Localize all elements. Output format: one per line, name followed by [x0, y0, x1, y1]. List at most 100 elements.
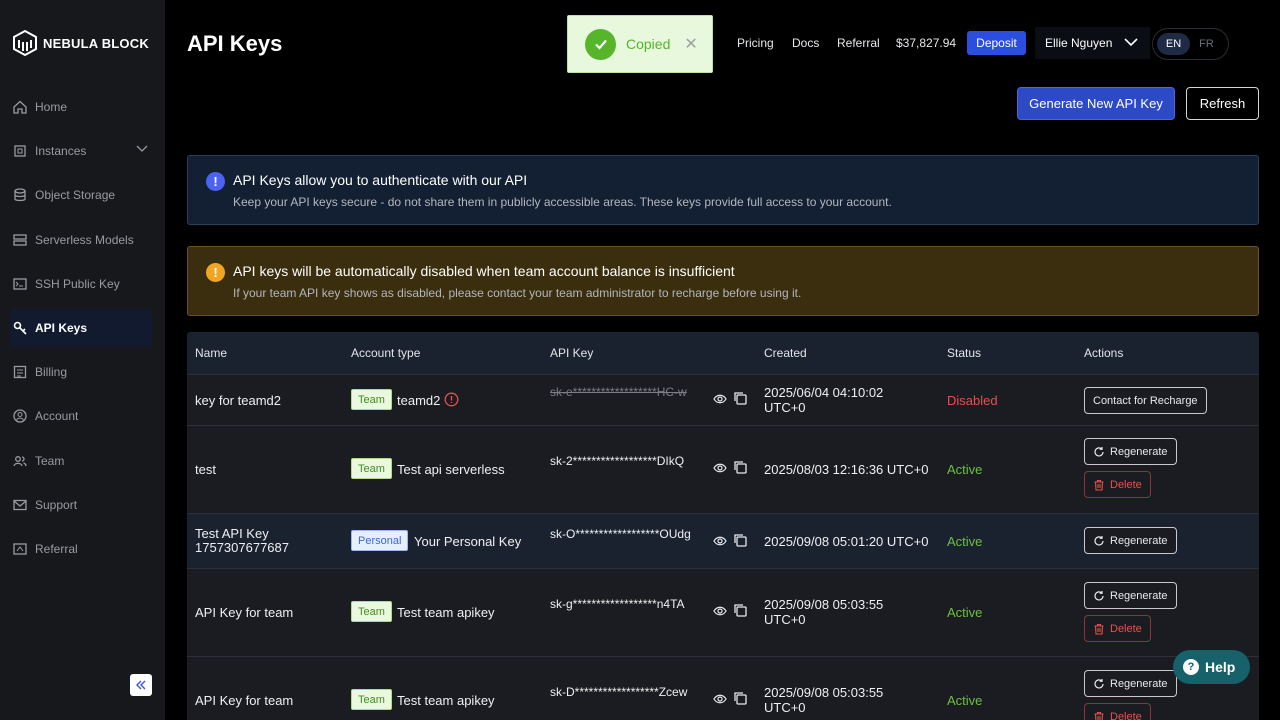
copy-icon[interactable] — [733, 460, 747, 474]
api-key-value: sk-2******************DIkQ — [550, 454, 685, 468]
column-header-account-type: Account type — [351, 346, 421, 360]
info-alert: ! API Keys allow you to authenticate wit… — [187, 155, 1259, 225]
sidebar-item-label: Support — [35, 498, 78, 512]
sidebar-item-account[interactable]: Account — [10, 397, 152, 435]
delete-button[interactable]: Delete — [1084, 471, 1151, 498]
sidebar-item-object-storage[interactable]: Object Storage — [10, 176, 152, 214]
sidebar-item-referral[interactable]: Referral — [10, 530, 152, 568]
terminal-icon — [13, 278, 27, 290]
eye-icon[interactable] — [713, 535, 727, 547]
double-chevron-left-icon — [136, 680, 146, 690]
regenerate-button[interactable]: Regenerate — [1084, 582, 1177, 609]
home-icon — [13, 100, 27, 114]
help-label: Help — [1205, 659, 1236, 675]
sidebar-item-support[interactable]: Support — [10, 486, 152, 524]
sidebar-item-ssh-public-key[interactable]: SSH Public Key — [10, 265, 152, 303]
sidebar: NEBULA BLOCK Home Instances Object Stora… — [0, 0, 165, 720]
cube-logo-icon — [13, 30, 37, 56]
alert-body: Keep your API keys secure - do not share… — [233, 195, 892, 209]
account-type-badge: Personal — [351, 530, 409, 551]
brand-logo[interactable]: NEBULA BLOCK — [13, 30, 149, 56]
toast-message: Copied — [626, 36, 671, 52]
user-menu[interactable]: Ellie Nguyen — [1035, 27, 1150, 59]
lang-option-fr[interactable]: FR — [1190, 33, 1223, 55]
help-button[interactable]: ? Help — [1173, 650, 1250, 684]
generate-api-key-button[interactable]: Generate New API Key — [1017, 87, 1175, 120]
collapse-sidebar-button[interactable] — [130, 674, 152, 696]
regenerate-button[interactable]: Regenerate — [1084, 527, 1177, 554]
copy-icon[interactable] — [733, 391, 747, 405]
language-switch: EN FR — [1152, 28, 1229, 60]
account-type-badge: Team — [351, 458, 392, 479]
account-name: Your Personal Key — [414, 534, 522, 549]
account-type-badge: Team — [351, 689, 392, 710]
refresh-icon — [1094, 446, 1104, 456]
nav-link-docs[interactable]: Docs — [792, 36, 819, 50]
sidebar-item-label: Home — [35, 100, 68, 114]
table-row: API Key for team Team Test team apikey s… — [187, 657, 1259, 720]
close-icon[interactable]: ✕ — [684, 34, 697, 54]
check-circle-icon — [585, 28, 616, 60]
lang-option-en[interactable]: EN — [1157, 33, 1190, 55]
delete-button[interactable]: Delete — [1084, 615, 1151, 642]
trash-icon — [1094, 479, 1104, 491]
account-type-badge: Team — [351, 389, 392, 410]
sidebar-item-instances[interactable]: Instances — [10, 132, 152, 170]
status-label: Active — [947, 534, 983, 549]
regenerate-button[interactable]: Regenerate — [1084, 670, 1177, 697]
button-label: Regenerate — [1110, 445, 1168, 458]
deposit-button[interactable]: Deposit — [967, 31, 1026, 55]
column-header-name: Name — [195, 346, 228, 360]
created-date: 2025/09/08 05:01:20 UTC+0 — [764, 534, 929, 549]
contact-for-recharge-button[interactable]: Contact for Recharge — [1084, 387, 1207, 414]
key-name: API Key for team — [195, 605, 294, 620]
sidebar-item-billing[interactable]: Billing — [10, 353, 152, 391]
column-header-api-key: API Key — [550, 346, 594, 360]
warning-circle-icon[interactable] — [444, 392, 459, 407]
eye-icon[interactable] — [713, 393, 727, 405]
key-icon — [13, 321, 27, 335]
button-label: Regenerate — [1110, 534, 1168, 547]
user-name: Ellie Nguyen — [1045, 36, 1113, 50]
eye-icon[interactable] — [713, 693, 727, 705]
key-name: API Key for team — [195, 693, 294, 708]
table-row: API Key for team Team Test team apikey s… — [187, 569, 1259, 657]
eye-icon[interactable] — [713, 462, 727, 474]
billing-icon — [13, 365, 27, 379]
chevron-down-icon — [136, 145, 148, 152]
eye-icon[interactable] — [713, 605, 727, 617]
table-row: Test API Key 1757307677687 Personal Your… — [187, 514, 1259, 569]
created-date: 2025/08/03 12:16:36 UTC+0 — [764, 462, 929, 477]
account-name: teamd2 — [397, 393, 441, 408]
alert-title: API keys will be automatically disabled … — [233, 263, 735, 279]
regenerate-button[interactable]: Regenerate — [1084, 438, 1177, 465]
trash-icon — [1094, 711, 1104, 720]
created-date: 2025/06/04 04:10:02 UTC+0 — [764, 385, 884, 415]
table-row: test Team Test api serverless sk-2******… — [187, 426, 1259, 514]
nav-link-referral[interactable]: Referral — [837, 36, 880, 50]
sidebar-item-team[interactable]: Team — [10, 442, 152, 480]
refresh-icon — [1094, 678, 1104, 688]
sidebar-item-label: Instances — [35, 144, 87, 158]
button-label: Regenerate — [1110, 677, 1168, 690]
sidebar-item-serverless-models[interactable]: Serverless Models — [10, 221, 152, 259]
copy-icon[interactable] — [733, 603, 747, 617]
sidebar-item-home[interactable]: Home — [10, 88, 152, 126]
button-label: Delete — [1110, 710, 1142, 720]
cpu-icon — [14, 145, 26, 157]
refresh-icon — [1094, 590, 1104, 600]
key-name: key for teamd2 — [195, 393, 281, 408]
account-name: Test team apikey — [397, 605, 495, 620]
column-header-created: Created — [764, 346, 807, 360]
api-key-value: sk-O******************OUdg — [550, 527, 691, 541]
copy-icon[interactable] — [733, 533, 747, 547]
table-row: key for teamd2 Team teamd2 sk-e*********… — [187, 375, 1259, 426]
key-name: Test API Key 1757307677687 — [195, 526, 289, 555]
sidebar-item-label: Team — [35, 454, 65, 468]
nav-link-pricing[interactable]: Pricing — [737, 36, 774, 50]
copy-icon[interactable] — [733, 691, 747, 705]
refresh-button[interactable]: Refresh — [1186, 87, 1259, 120]
delete-button[interactable]: Delete — [1084, 703, 1151, 720]
warning-icon: ! — [206, 263, 225, 282]
sidebar-item-api-keys[interactable]: API Keys — [10, 309, 152, 347]
